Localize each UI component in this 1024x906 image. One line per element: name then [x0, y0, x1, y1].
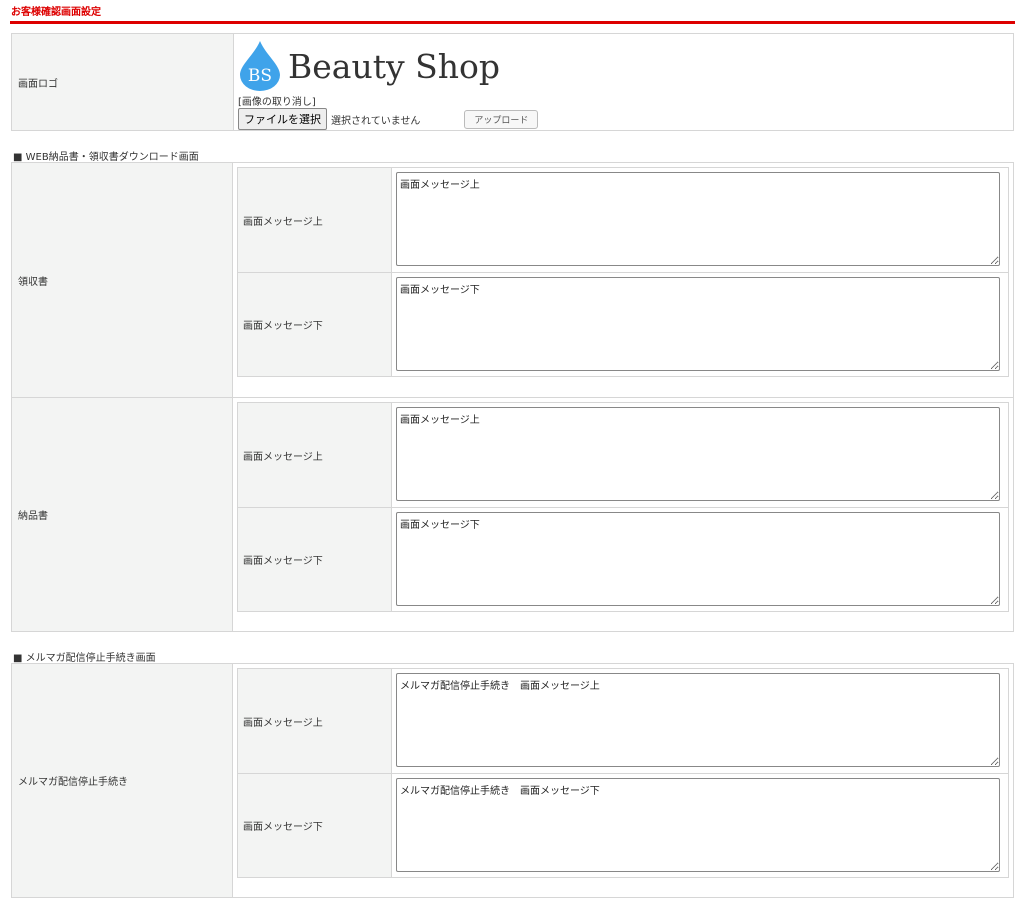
water-drop-icon: BS	[240, 41, 280, 91]
logo-table: 画面ロゴ BS Beauty Shop [画像の取り消し] ファイルを選択 選択…	[11, 33, 1014, 131]
delivery-note-label: 納品書	[12, 398, 233, 631]
message-top-label: 画面メッセージ上	[238, 669, 392, 773]
logo-text: Beauty Shop	[288, 46, 500, 86]
page-title: お客様確認画面設定	[11, 7, 101, 18]
message-bottom-label: 画面メッセージ下	[238, 774, 392, 877]
file-status: 選択されていません	[331, 115, 421, 127]
message-bottom-label: 画面メッセージ下	[238, 273, 392, 376]
svg-text:BS: BS	[248, 66, 272, 86]
message-bottom-label: 画面メッセージ下	[238, 508, 392, 611]
delivery-message-bottom-textarea[interactable]: 画面メッセージ下	[396, 512, 1000, 606]
download-settings-table: 領収書 画面メッセージ上 画面メッセージ上 画面メッセージ下 画面メッセージ下 納品…	[11, 162, 1014, 632]
message-top-label: 画面メッセージ上	[238, 403, 392, 507]
unsubscribe-message-top-textarea[interactable]: メルマガ配信停止手続き 画面メッセージ上	[396, 673, 1000, 767]
unsubscribe-label: メルマガ配信停止手続き	[12, 664, 233, 897]
shop-logo: BS Beauty Shop	[238, 37, 1009, 95]
receipt-message-bottom-textarea[interactable]: 画面メッセージ下	[396, 277, 1000, 371]
receipt-label: 領収書	[12, 163, 233, 397]
message-top-label: 画面メッセージ上	[238, 168, 392, 272]
logo-label: 画面ロゴ	[12, 34, 234, 130]
upload-button[interactable]: アップロード	[464, 109, 539, 129]
section-heading-mailmag: ■ メルマガ配信停止手続き画面	[13, 653, 156, 664]
unsubscribe-message-bottom-textarea[interactable]: メルマガ配信停止手続き 画面メッセージ下	[396, 778, 1000, 872]
receipt-message-top-textarea[interactable]: 画面メッセージ上	[396, 172, 1000, 266]
mailmag-settings-table: メルマガ配信停止手続き 画面メッセージ上 メルマガ配信停止手続き 画面メッセージ上…	[11, 663, 1014, 898]
delivery-message-top-textarea[interactable]: 画面メッセージ上	[396, 407, 1000, 501]
title-divider	[10, 21, 1015, 24]
cancel-image-link[interactable]: [画像の取り消し]	[238, 93, 1009, 108]
section-heading-download: ■ WEB納品書・領収書ダウンロード画面	[13, 152, 199, 163]
choose-file-button[interactable]: ファイルを選択	[238, 108, 327, 130]
